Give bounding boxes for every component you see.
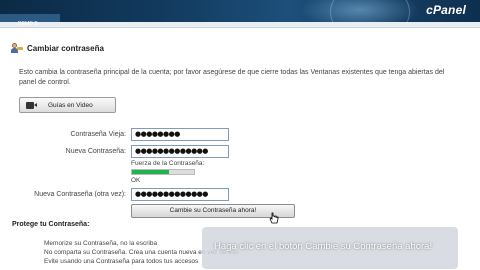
page-title: Cambiar contraseña — [27, 43, 104, 53]
hand-pointer-icon — [269, 212, 279, 224]
protect-title: Protege tu Contraseña: — [12, 221, 90, 228]
tutorial-caption-text: Haga clic en el botón Cambie su Contrase… — [214, 241, 433, 252]
strength-label: Fuerza de la Contraseña: — [131, 160, 205, 167]
new-password-label: Nueva Contraseña: — [65, 148, 126, 155]
confirm-password-input[interactable]: ●●●●●●●●●●●●● — [131, 188, 229, 201]
old-password-input[interactable]: ●●●●●●●● — [131, 128, 229, 141]
header-subbar — [0, 22, 480, 28]
tutorial-caption: Haga clic en el botón Cambie su Contrase… — [202, 227, 458, 269]
video-guides-button[interactable]: Guías en Video — [19, 97, 116, 113]
strength-meter — [131, 169, 195, 175]
new-password-input[interactable]: ●●●●●●●●●●●●● — [131, 145, 229, 158]
cpanel-logo[interactable]: cPanel — [426, 3, 466, 17]
breadcrumb[interactable]: DEMO B — [18, 21, 38, 27]
old-password-label: Contraseña Vieja: — [70, 131, 126, 138]
confirm-password-label: Nueva Contraseña (otra vez): — [34, 191, 126, 198]
video-guides-label: Guías en Video — [48, 101, 93, 109]
user-key-icon — [11, 43, 23, 53]
header-globe-graphic — [330, 0, 410, 22]
page-description: Esto cambia la contraseña principal de l… — [19, 69, 445, 86]
page-title-row: Cambiar contraseña — [11, 43, 104, 53]
cpanel-header: cPanel — [0, 0, 480, 22]
strength-meter-fill — [132, 170, 170, 174]
camera-icon — [26, 101, 37, 109]
strength-status: OK — [131, 177, 141, 184]
